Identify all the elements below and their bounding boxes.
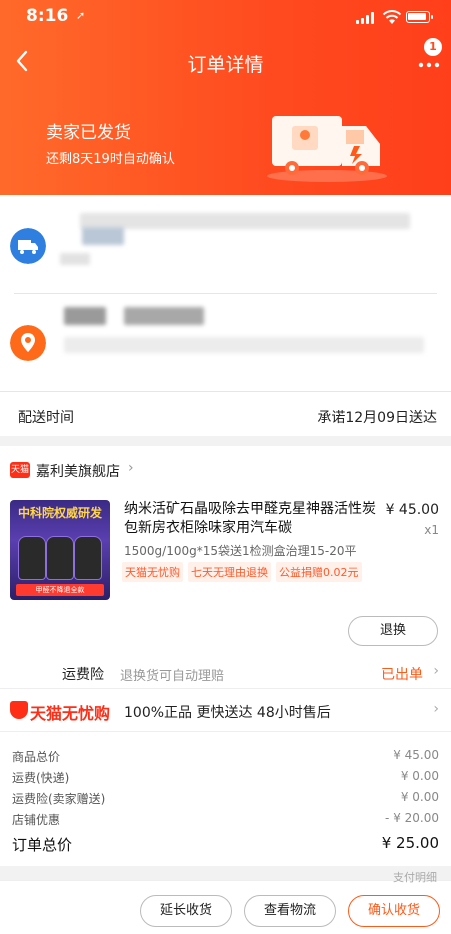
worry-free-brand: 天猫无忧购 — [30, 704, 111, 723]
fee-value: ¥ 0.00 — [400, 790, 439, 804]
product-price: ¥ 45.00 — [385, 502, 439, 518]
status-time: 8:16 — [26, 6, 69, 26]
thumbnail-title: 中科院权威研发 — [17, 506, 102, 520]
location-icon: ➚ — [76, 9, 86, 22]
status-bar: 8:16 ➚ — [0, 0, 451, 36]
payment-details-link[interactable]: 支付明细 — [393, 869, 437, 885]
delivery-time-label: 配送时间 — [18, 410, 74, 426]
view-logistics-button[interactable]: 查看物流 — [244, 895, 336, 927]
product-quantity: x1 — [424, 523, 439, 537]
battery-icon — [406, 11, 433, 23]
fee-label: 商品总价 — [12, 750, 61, 764]
worry-free-slogan: 100%正品 更快送达 48小时售后 — [124, 705, 331, 721]
logistics-address-card: 配送时间 承诺12月09日送达 — [0, 195, 451, 436]
delivery-truck-illustration — [267, 116, 387, 182]
fee-value: ¥ 0.00 — [400, 769, 439, 783]
wifi-icon — [382, 10, 402, 24]
signal-icon — [356, 12, 376, 24]
product-thumbnail[interactable]: 中科院权威研发 甲醛不降退全款 — [10, 500, 110, 600]
shipping-banner: 卖家已发货 还剩8天19时自动确认 — [0, 88, 451, 195]
product-tags: 天猫无忧购 七天无理由退换 公益捐赠0.02元 — [122, 562, 362, 582]
page-title: 订单详情 — [187, 54, 264, 76]
order-shop-card: 天猫 嘉利美旗舰店 › 中科院权威研发 甲醛不降退全款 纳米活矿石晶吸除去甲醛克… — [0, 446, 451, 866]
tmall-shield-icon — [10, 701, 28, 719]
return-exchange-button[interactable]: 退换 — [348, 616, 438, 646]
fee-row: 店铺优惠 - ¥ 20.00 — [12, 811, 439, 828]
message-badge: 1 — [424, 38, 442, 56]
chevron-right-icon: › — [433, 701, 439, 717]
order-status-heading: 卖家已发货 — [46, 123, 131, 143]
service-tag: 七天无理由退换 — [188, 562, 271, 582]
shipping-insurance-label: 运费险 — [62, 667, 104, 683]
fee-label: 运费(快递) — [12, 771, 70, 785]
product-spec: 1500g/100g*15袋送1检测盒治理15-20平 — [124, 544, 357, 558]
delivery-time-value: 承诺12月09日送达 — [317, 410, 437, 426]
nav-bar: 订单详情 1 — [0, 36, 451, 88]
divider — [14, 293, 437, 294]
fee-row: 运费(快递) ¥ 0.00 — [12, 769, 439, 786]
thumbnail-banner: 甲醛不降退全款 — [16, 584, 104, 596]
fee-label: 店铺优惠 — [12, 813, 61, 827]
total-label: 订单总价 — [12, 836, 73, 854]
tmall-icon: 天猫 — [10, 462, 30, 478]
location-pin-icon — [10, 325, 46, 361]
shop-name[interactable]: 嘉利美旗舰店 — [36, 461, 120, 481]
divider — [0, 391, 451, 392]
extend-receipt-button[interactable]: 延长收货 — [140, 895, 232, 927]
truck-icon — [10, 228, 46, 264]
fee-value: - ¥ 20.00 — [385, 811, 439, 825]
product-name[interactable]: 纳米活矿石晶吸除去甲醛克星神器活性炭包新房衣柜除味家用汽车碳 — [124, 500, 376, 538]
fee-label: 运费险(卖家赠送) — [12, 792, 106, 806]
chevron-right-icon[interactable]: › — [128, 460, 134, 476]
fee-row: 商品总价 ¥ 45.00 — [12, 748, 439, 765]
order-total-row: 订单总价 ¥ 25.00 — [12, 834, 439, 855]
bottom-action-bar: 支付明细 延长收货 查看物流 确认收货 — [0, 871, 451, 934]
fee-row: 运费险(卖家赠送) ¥ 0.00 — [12, 790, 439, 807]
fee-value: ¥ 45.00 — [393, 748, 439, 762]
service-tag: 天猫无忧购 — [122, 562, 183, 582]
chevron-right-icon[interactable]: › — [433, 663, 439, 679]
header-area: 8:16 ➚ 订单详情 1 卖家已发货 还剩8天19时自动确认 — [0, 0, 451, 195]
shipping-insurance-desc: 退换货可自动理赔 — [120, 669, 225, 684]
total-value: ¥ 25.00 — [381, 834, 439, 852]
service-tag: 公益捐赠0.02元 — [276, 562, 362, 582]
auto-confirm-countdown: 还剩8天19时自动确认 — [46, 152, 175, 167]
confirm-receipt-button[interactable]: 确认收货 — [348, 895, 440, 927]
worry-free-row[interactable]: 天猫无忧购 100%正品 更快送达 48小时售后 › — [0, 688, 451, 732]
shipping-insurance-status[interactable]: 已出单 — [381, 664, 423, 684]
